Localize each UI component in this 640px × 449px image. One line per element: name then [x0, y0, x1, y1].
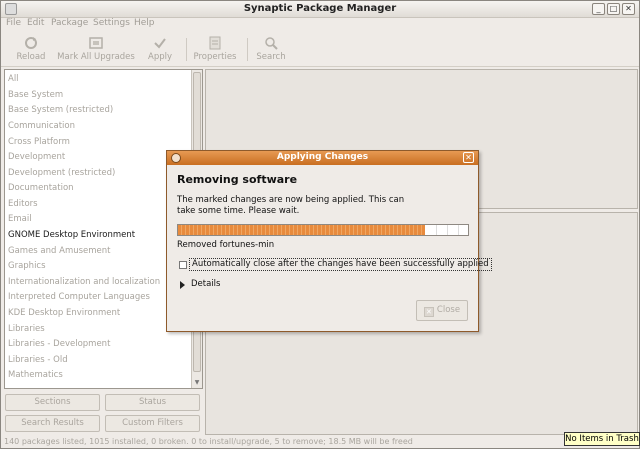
- properties-button[interactable]: Properties: [193, 36, 237, 62]
- section-item[interactable]: Graphics: [8, 261, 46, 271]
- section-item[interactable]: Games and Amusement: [8, 246, 111, 256]
- toolbar-separator: [247, 38, 248, 61]
- status-button[interactable]: Status: [105, 394, 200, 411]
- dialog-title-bar[interactable]: Applying Changes ✕: [167, 151, 478, 165]
- section-item[interactable]: Internationalization and localization: [8, 277, 160, 287]
- window-title: Synaptic Package Manager: [243, 3, 397, 14]
- minimize-icon[interactable]: _: [592, 3, 605, 15]
- search-button[interactable]: Search: [255, 36, 287, 62]
- search-label: Search: [256, 52, 286, 62]
- auto-close-label[interactable]: Automatically close after the changes ha…: [189, 258, 492, 271]
- section-item[interactable]: Editors: [8, 199, 38, 209]
- menu-file[interactable]: File: [6, 18, 21, 28]
- reload-icon: [25, 37, 37, 49]
- menu-help[interactable]: Help: [134, 18, 155, 28]
- search-results-button[interactable]: Search Results: [5, 415, 100, 432]
- section-item[interactable]: Email: [8, 214, 32, 224]
- auto-close-checkbox[interactable]: [179, 261, 187, 269]
- custom-filters-button[interactable]: Custom Filters: [105, 415, 200, 432]
- scroll-down-icon[interactable]: ▼: [193, 379, 201, 387]
- status-message: 140 packages listed, 1015 installed, 0 b…: [4, 437, 413, 446]
- section-item[interactable]: Cross Platform: [8, 137, 70, 147]
- section-item[interactable]: Libraries - Old: [8, 355, 68, 365]
- menu-bar: File Edit Package Settings Help: [1, 18, 639, 32]
- section-item[interactable]: Communication: [8, 121, 75, 131]
- expander-arrow-icon[interactable]: [180, 281, 185, 289]
- progress-status-text: Removed fortunes-min: [177, 240, 275, 250]
- reload-label: Reload: [16, 52, 46, 62]
- status-bar: 140 packages listed, 1015 installed, 0 b…: [1, 436, 639, 449]
- progress-fill: [178, 225, 425, 235]
- section-item[interactable]: Interpreted Computer Languages: [8, 292, 150, 302]
- section-item[interactable]: Base System: [8, 90, 63, 100]
- close-button-label: Close: [436, 305, 461, 315]
- section-item[interactable]: Libraries - Development: [8, 339, 110, 349]
- close-icon[interactable]: ✕: [622, 3, 635, 15]
- upgrade-icon: [89, 37, 103, 49]
- section-item[interactable]: Base System (restricted): [8, 105, 113, 115]
- section-item[interactable]: KDE Desktop Environment: [8, 308, 120, 318]
- progress-bar: [177, 224, 469, 236]
- progress-segment: [436, 225, 437, 235]
- dialog-heading: Removing software: [177, 173, 298, 186]
- title-bar[interactable]: Synaptic Package Manager _ □ ✕: [1, 1, 639, 18]
- menu-package[interactable]: Package: [51, 18, 88, 28]
- maximize-icon[interactable]: □: [607, 3, 620, 15]
- progress-segment: [447, 225, 448, 235]
- applying-changes-dialog: Applying Changes ✕ Removing software The…: [166, 150, 492, 332]
- reload-button[interactable]: Reload: [15, 36, 47, 62]
- apply-button[interactable]: Apply: [146, 36, 174, 62]
- section-item[interactable]: Documentation: [8, 183, 74, 193]
- section-item[interactable]: Libraries: [8, 324, 45, 334]
- dialog-close-icon[interactable]: ✕: [463, 152, 474, 163]
- mark-all-upgrades-button[interactable]: Mark All Upgrades: [57, 36, 135, 62]
- progress-segment: [458, 225, 459, 235]
- sections-button[interactable]: Sections: [5, 394, 100, 411]
- trash-tooltip: No Items in Trash: [564, 432, 640, 446]
- apply-label: Apply: [148, 52, 172, 62]
- toolbar: Reload Mark All Upgrades Apply Propertie…: [1, 32, 639, 67]
- checkmark-icon: [154, 38, 166, 49]
- mark-all-upgrades-label: Mark All Upgrades: [57, 52, 135, 62]
- properties-label: Properties: [193, 52, 237, 62]
- menu-edit[interactable]: Edit: [27, 18, 44, 28]
- close-icon: ✕: [423, 307, 434, 317]
- section-item[interactable]: Development (restricted): [8, 168, 115, 178]
- dialog-close-button[interactable]: ✕ Close: [416, 300, 468, 321]
- section-item-selected[interactable]: GNOME Desktop Environment: [8, 230, 135, 240]
- toolbar-separator: [186, 38, 187, 61]
- section-item[interactable]: Mathematics: [8, 370, 63, 380]
- details-expander[interactable]: Details: [191, 279, 220, 289]
- dialog-message: The marked changes are now being applied…: [177, 195, 405, 216]
- section-item[interactable]: Development: [8, 152, 65, 162]
- section-item[interactable]: All: [8, 74, 19, 84]
- properties-icon: [209, 36, 221, 50]
- search-icon: [265, 37, 278, 50]
- dialog-title: Applying Changes: [276, 152, 369, 162]
- menu-settings[interactable]: Settings: [93, 18, 130, 28]
